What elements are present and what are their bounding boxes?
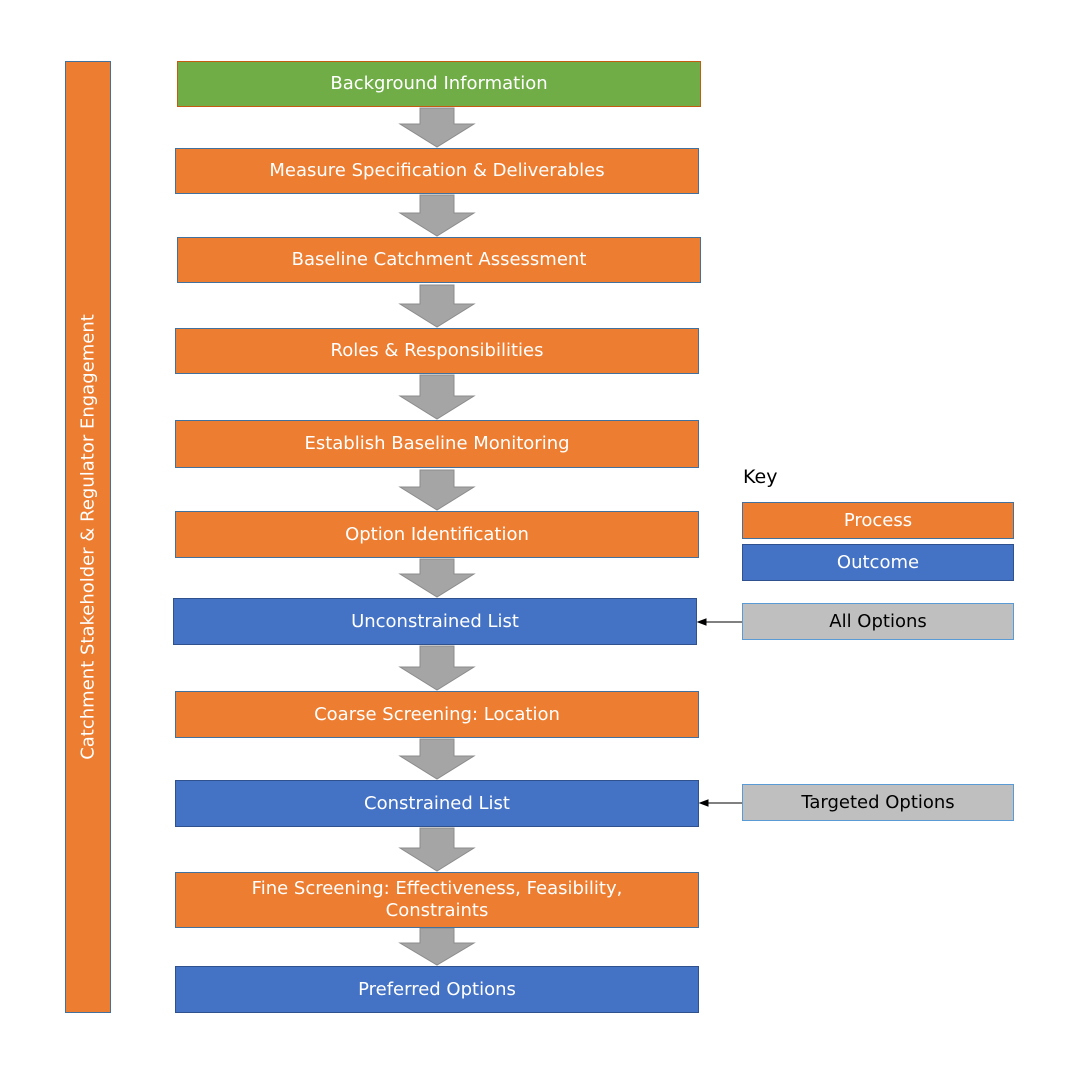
step-background-information: Background Information	[177, 61, 701, 107]
step-constrained-list: Constrained List	[175, 780, 699, 827]
annotation-targeted-options: Targeted Options	[742, 784, 1014, 821]
step-establish-baseline-monitoring: Establish Baseline Monitoring	[175, 420, 699, 468]
flow-arrow	[398, 194, 476, 237]
step-coarse-screening: Coarse Screening: Location	[175, 691, 699, 738]
flow-arrow	[398, 738, 476, 780]
flow-arrow	[398, 469, 476, 511]
step-measure-specification: Measure Specification & Deliverables	[175, 148, 699, 194]
step-preferred-options: Preferred Options	[175, 966, 699, 1013]
step-unconstrained-list: Unconstrained List	[173, 598, 697, 645]
process-diagram: Catchment Stakeholder & Regulator Engage…	[0, 0, 1080, 1080]
flow-arrow	[398, 374, 476, 420]
connector-arrowhead	[698, 799, 709, 807]
flow-arrow	[398, 107, 476, 148]
step-roles-responsibilities: Roles & Responsibilities	[175, 328, 699, 374]
step-baseline-catchment-assessment: Baseline Catchment Assessment	[177, 237, 701, 283]
flow-arrow	[398, 927, 476, 966]
step-option-identification: Option Identification	[175, 511, 699, 558]
connector-arrowhead	[696, 618, 707, 626]
key-title: Key	[743, 466, 778, 488]
key-process: Process	[742, 502, 1014, 539]
step-fine-screening: Fine Screening: Effectiveness, Feasibili…	[175, 872, 699, 928]
flow-arrow	[398, 645, 476, 691]
annotation-all-options: All Options	[742, 603, 1014, 640]
flow-arrow	[398, 558, 476, 598]
flow-arrow	[398, 284, 476, 328]
key-outcome: Outcome	[742, 544, 1014, 581]
flow-arrow	[398, 827, 476, 872]
